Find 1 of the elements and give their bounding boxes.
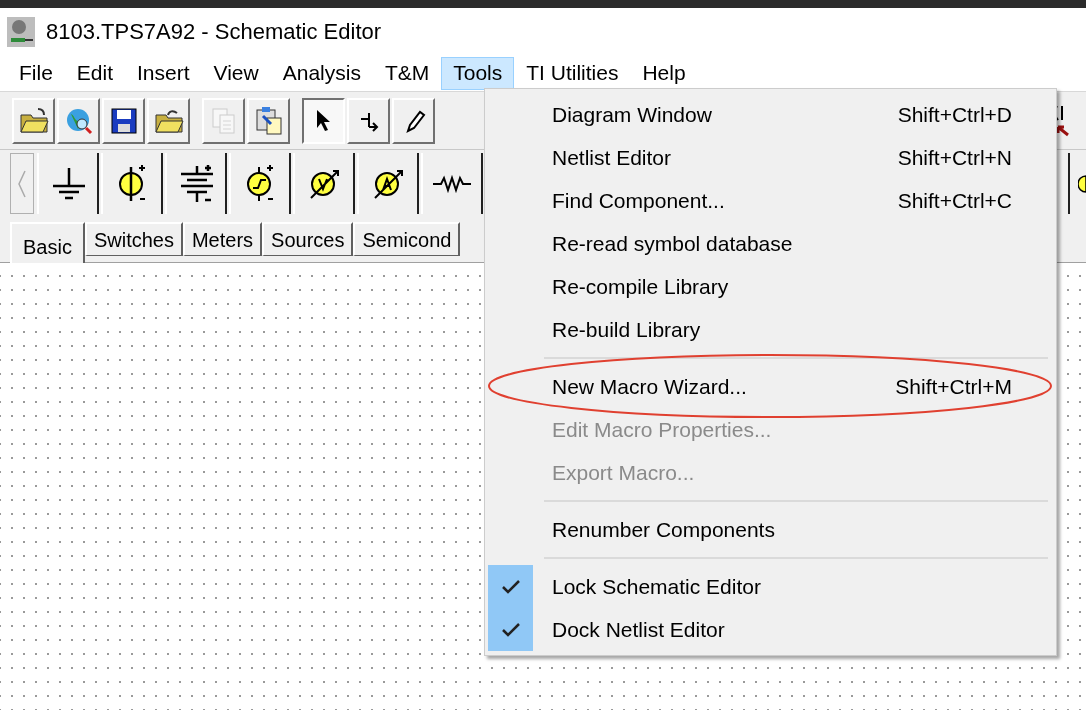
window-title: 8103.TPS7A92 - Schematic Editor [46, 18, 382, 46]
